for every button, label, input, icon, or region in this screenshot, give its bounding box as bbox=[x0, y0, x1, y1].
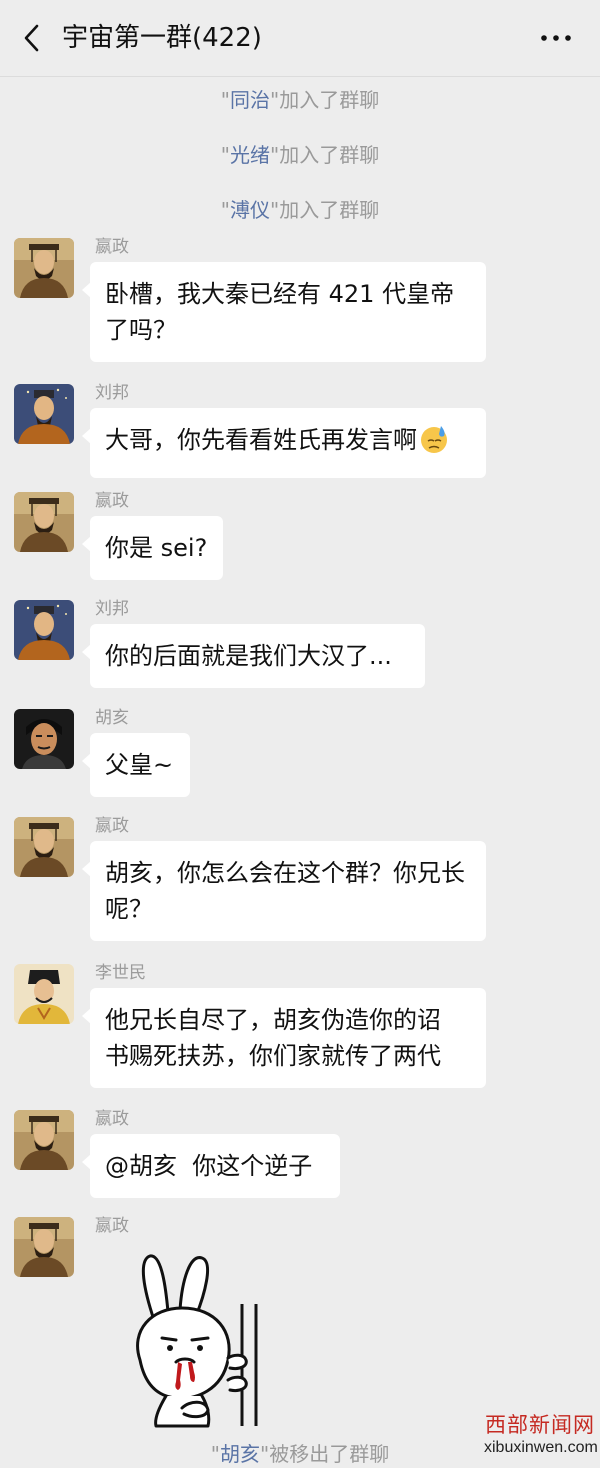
sender-name: 刘邦 bbox=[95, 383, 129, 403]
system-member-name[interactable]: 同治 bbox=[230, 88, 270, 112]
sweat-emoji-icon bbox=[419, 424, 449, 464]
message-bubble[interactable]: 父皇~ bbox=[82, 733, 190, 797]
message-text: 你是 sei? bbox=[105, 534, 208, 562]
avatar-yingzheng[interactable] bbox=[14, 492, 74, 552]
message-bubble[interactable]: 大哥，你先看看姓氏再发言啊 bbox=[82, 408, 486, 478]
avatar-yingzheng[interactable] bbox=[14, 238, 74, 298]
avatar-liubang[interactable] bbox=[14, 600, 74, 660]
message-text: 卧槽，我大秦已经有 421 代皇帝 bbox=[105, 280, 455, 308]
chat-title: 宇宙第一群(422) bbox=[62, 23, 262, 53]
chevron-left-icon bbox=[24, 24, 39, 52]
message-bubble[interactable]: 卧槽，我大秦已经有 421 代皇帝 了吗？ bbox=[82, 262, 486, 362]
system-member-name[interactable]: 溥仪 bbox=[230, 198, 270, 222]
message-text: @胡亥 你这个逆子 bbox=[105, 1152, 313, 1180]
system-member-name[interactable]: 光绪 bbox=[230, 143, 270, 167]
more-dots-icon bbox=[541, 35, 571, 41]
sender-name: 刘邦 bbox=[95, 599, 129, 619]
message-bubble[interactable]: 你是 sei? bbox=[82, 516, 223, 580]
system-member-name[interactable]: 胡亥 bbox=[220, 1442, 260, 1466]
message-bubble[interactable]: 胡亥，你怎么会在这个群？你兄长 呢？ bbox=[82, 841, 486, 941]
avatar-liubang[interactable] bbox=[14, 384, 74, 444]
message-text: 了吗？ bbox=[105, 316, 177, 344]
message-text: 大哥，你先看看姓氏再发言啊 bbox=[105, 426, 417, 454]
message-bubble[interactable]: 你的后面就是我们大汉了... bbox=[82, 624, 425, 688]
message-text: 书赐死扶苏，你们家就传了两代 bbox=[105, 1042, 441, 1070]
watermark-en: xibuxinwen.com bbox=[484, 1439, 598, 1456]
system-message: "光绪"加入了群聊 bbox=[220, 143, 380, 167]
avatar-yingzheng[interactable] bbox=[14, 817, 74, 877]
sender-name: 嬴政 bbox=[95, 1216, 129, 1236]
back-button[interactable] bbox=[18, 20, 48, 56]
message-text: 他兄长自尽了，胡亥伪造你的诏 bbox=[105, 1006, 441, 1034]
sender-name: 李世民 bbox=[95, 963, 146, 983]
sender-name: 嬴政 bbox=[95, 237, 129, 257]
message-bubble[interactable]: @胡亥 你这个逆子 bbox=[82, 1134, 340, 1198]
message-text: 呢？ bbox=[105, 895, 153, 923]
watermark-cn: 西部新闻网 bbox=[485, 1413, 595, 1437]
avatar-yingzheng[interactable] bbox=[14, 1217, 74, 1277]
sender-name: 胡亥 bbox=[95, 708, 129, 728]
message-text: 胡亥，你怎么会在这个群？你兄长 bbox=[105, 859, 465, 887]
sender-name: 嬴政 bbox=[95, 1109, 129, 1129]
sender-name: 嬴政 bbox=[95, 491, 129, 511]
more-button[interactable] bbox=[538, 24, 574, 52]
message-bubble[interactable]: 他兄长自尽了，胡亥伪造你的诏 书赐死扶苏，你们家就传了两代 bbox=[82, 988, 486, 1088]
system-message: "同治"加入了群聊 bbox=[220, 88, 380, 112]
watermark: 西部新闻网 xibuxinwen.com bbox=[484, 1412, 598, 1458]
chat-header: 宇宙第一群(422) bbox=[0, 0, 600, 77]
avatar-huhai[interactable] bbox=[14, 709, 74, 769]
avatar-yingzheng[interactable] bbox=[14, 1110, 74, 1170]
avatar-lishimin[interactable] bbox=[14, 964, 74, 1024]
message-text: 你的后面就是我们大汉了... bbox=[105, 642, 392, 670]
bleeding-rabbit-sticker[interactable] bbox=[116, 1250, 276, 1430]
sender-name: 嬴政 bbox=[95, 816, 129, 836]
system-message: "溥仪"加入了群聊 bbox=[220, 198, 380, 222]
message-text: 父皇~ bbox=[105, 751, 174, 779]
